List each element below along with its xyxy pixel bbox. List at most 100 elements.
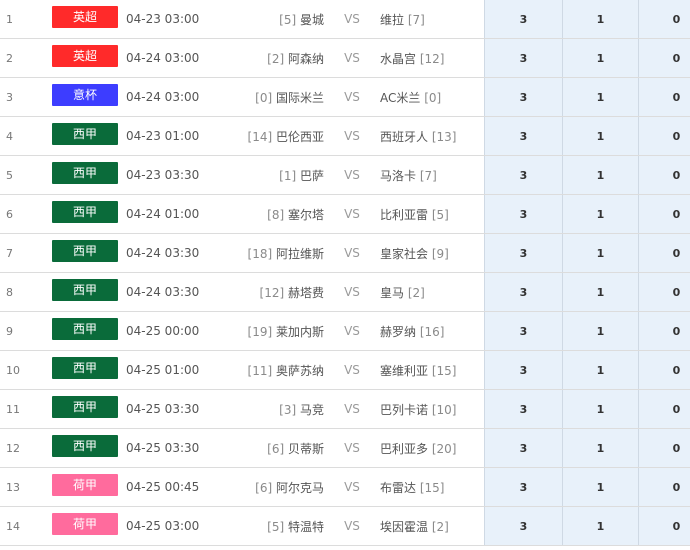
league-badge[interactable]: 西甲 xyxy=(52,396,118,418)
odds-win-cell[interactable]: 3 xyxy=(484,38,563,78)
away-rank: [20] xyxy=(431,441,457,456)
home-team[interactable]: 阿拉维斯 xyxy=(276,247,324,261)
odds-win-cell[interactable]: 3 xyxy=(484,311,563,351)
match-index: 11 xyxy=(0,389,44,429)
away-team[interactable]: 马洛卡 xyxy=(380,169,416,183)
match-time: 04-25 01:00 xyxy=(126,350,222,390)
odds-draw-cell[interactable]: 1 xyxy=(562,506,639,546)
odds-win-cell[interactable]: 3 xyxy=(484,0,563,39)
match-row: 14 荷甲 04-25 03:00 [5] 特温特 VS 埃因霍温 [2] 3 … xyxy=(0,506,690,546)
match-time: 04-24 03:30 xyxy=(126,272,222,312)
league-badge[interactable]: 西甲 xyxy=(52,201,118,223)
away-team[interactable]: 赫罗纳 xyxy=(380,325,416,339)
odds-draw-cell[interactable]: 1 xyxy=(562,389,639,429)
odds-draw-cell[interactable]: 1 xyxy=(562,116,639,156)
odds-draw-cell[interactable]: 1 xyxy=(562,77,639,117)
league-badge[interactable]: 西甲 xyxy=(52,435,118,457)
odds-win-cell[interactable]: 3 xyxy=(484,428,563,468)
away-team[interactable]: 皇家社会 xyxy=(380,247,428,261)
odds-draw-cell[interactable]: 1 xyxy=(562,38,639,78)
odds-loss-cell[interactable]: 0 xyxy=(638,467,690,507)
odds-win-cell[interactable]: 3 xyxy=(484,155,563,195)
league-badge[interactable]: 西甲 xyxy=(52,162,118,184)
home-team[interactable]: 奥萨苏纳 xyxy=(276,364,324,378)
league-badge[interactable]: 荷甲 xyxy=(52,474,118,496)
home-team[interactable]: 莱加内斯 xyxy=(276,325,324,339)
away-team[interactable]: 布雷达 xyxy=(380,481,416,495)
match-index: 8 xyxy=(0,272,44,312)
odds-draw-cell[interactable]: 1 xyxy=(562,194,639,234)
odds-win-cell[interactable]: 3 xyxy=(484,194,563,234)
home-team-cell: [19] 莱加内斯 xyxy=(222,311,324,351)
odds-win-cell[interactable]: 3 xyxy=(484,506,563,546)
odds-win-cell[interactable]: 3 xyxy=(484,116,563,156)
away-team[interactable]: AC米兰 xyxy=(380,91,420,105)
match-row: 11 西甲 04-25 03:30 [3] 马竞 VS 巴列卡诺 [10] 3 … xyxy=(0,389,690,429)
away-team[interactable]: 西班牙人 xyxy=(380,130,428,144)
league-badge[interactable]: 英超 xyxy=(52,6,118,28)
vs-label: VS xyxy=(324,311,380,351)
away-team[interactable]: 皇马 xyxy=(380,286,404,300)
odds-win-cell[interactable]: 3 xyxy=(484,77,563,117)
odds-loss-cell[interactable]: 0 xyxy=(638,389,690,429)
odds-loss-cell[interactable]: 0 xyxy=(638,38,690,78)
odds-loss-cell[interactable]: 0 xyxy=(638,77,690,117)
odds-loss-cell[interactable]: 0 xyxy=(638,506,690,546)
league-badge[interactable]: 英超 xyxy=(52,45,118,67)
league-badge[interactable]: 西甲 xyxy=(52,123,118,145)
match-time: 04-24 03:00 xyxy=(126,77,222,117)
away-team[interactable]: 巴利亚多 xyxy=(380,442,428,456)
odds-loss-cell[interactable]: 0 xyxy=(638,194,690,234)
league-badge[interactable]: 西甲 xyxy=(52,240,118,262)
odds-draw-cell[interactable]: 1 xyxy=(562,272,639,312)
home-team-cell: [5] 特温特 xyxy=(222,506,324,546)
odds-draw-cell[interactable]: 1 xyxy=(562,155,639,195)
home-team-cell: [6] 阿尔克马 xyxy=(222,467,324,507)
odds-loss-cell[interactable]: 0 xyxy=(638,272,690,312)
league-badge[interactable]: 荷甲 xyxy=(52,513,118,535)
odds-loss-cell[interactable]: 0 xyxy=(638,428,690,468)
odds-draw-cell[interactable]: 1 xyxy=(562,428,639,468)
away-team[interactable]: 维拉 xyxy=(380,13,404,27)
odds-loss-cell[interactable]: 0 xyxy=(638,155,690,195)
home-team[interactable]: 曼城 xyxy=(300,13,324,27)
odds-win-cell[interactable]: 3 xyxy=(484,350,563,390)
home-team[interactable]: 阿森纳 xyxy=(288,52,324,66)
odds-draw-cell[interactable]: 1 xyxy=(562,0,639,39)
odds-draw-cell[interactable]: 1 xyxy=(562,311,639,351)
home-team[interactable]: 贝蒂斯 xyxy=(288,442,324,456)
home-team[interactable]: 塞尔塔 xyxy=(288,208,324,222)
away-team[interactable]: 巴列卡诺 xyxy=(380,403,428,417)
odds-win-cell[interactable]: 3 xyxy=(484,272,563,312)
odds-loss-cell[interactable]: 0 xyxy=(638,233,690,273)
away-team[interactable]: 比利亚雷 xyxy=(380,208,428,222)
home-team[interactable]: 国际米兰 xyxy=(276,91,324,105)
odds-win-cell[interactable]: 3 xyxy=(484,233,563,273)
away-team[interactable]: 塞维利亚 xyxy=(380,364,428,378)
home-rank: [12] xyxy=(259,285,285,300)
home-team[interactable]: 巴伦西亚 xyxy=(276,130,324,144)
home-team[interactable]: 巴萨 xyxy=(300,169,324,183)
odds-draw-cell[interactable]: 1 xyxy=(562,467,639,507)
odds-loss-cell[interactable]: 0 xyxy=(638,311,690,351)
home-team[interactable]: 阿尔克马 xyxy=(276,481,324,495)
odds-loss-cell[interactable]: 0 xyxy=(638,350,690,390)
odds-draw-cell[interactable]: 1 xyxy=(562,233,639,273)
home-team[interactable]: 马竞 xyxy=(300,403,324,417)
away-team[interactable]: 水晶宫 xyxy=(380,52,416,66)
odds-win-cell[interactable]: 3 xyxy=(484,467,563,507)
league-cell: 西甲 xyxy=(44,155,126,195)
league-badge[interactable]: 西甲 xyxy=(52,279,118,301)
odds-loss-cell[interactable]: 0 xyxy=(638,0,690,39)
odds-loss-cell[interactable]: 0 xyxy=(638,116,690,156)
home-team[interactable]: 特温特 xyxy=(288,520,324,534)
league-badge[interactable]: 西甲 xyxy=(52,318,118,340)
league-badge[interactable]: 意杯 xyxy=(52,84,118,106)
home-team-cell: [14] 巴伦西亚 xyxy=(222,116,324,156)
away-team[interactable]: 埃因霍温 xyxy=(380,520,428,534)
home-team[interactable]: 赫塔费 xyxy=(288,286,324,300)
odds-draw-cell[interactable]: 1 xyxy=(562,350,639,390)
match-time: 04-23 01:00 xyxy=(126,116,222,156)
league-badge[interactable]: 西甲 xyxy=(52,357,118,379)
odds-win-cell[interactable]: 3 xyxy=(484,389,563,429)
